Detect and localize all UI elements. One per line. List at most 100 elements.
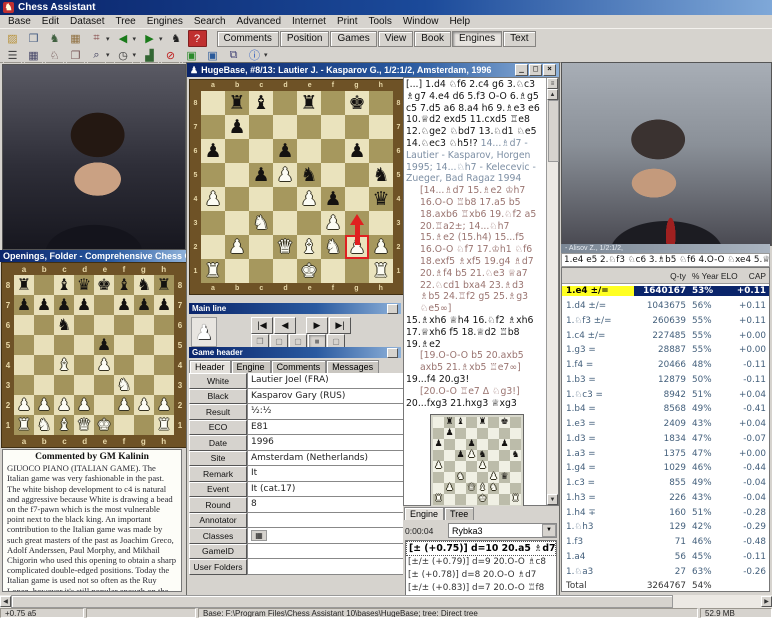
square-d4[interactable] xyxy=(466,461,477,472)
square-a4[interactable]: ♟ xyxy=(201,187,225,211)
square-e8[interactable]: ♜ xyxy=(477,417,488,428)
square-g8[interactable]: ♞ xyxy=(134,275,154,295)
square-a5[interactable] xyxy=(14,335,34,355)
stats-row[interactable]: 1.a45645%-0.11 xyxy=(562,550,769,565)
next-move-button[interactable]: ▶ xyxy=(306,317,328,334)
search-icon[interactable]: ⌕ xyxy=(87,47,106,64)
square-h3[interactable] xyxy=(510,472,521,483)
menu-advanced[interactable]: Advanced xyxy=(232,16,286,27)
square-f1[interactable] xyxy=(488,494,499,505)
square-h5[interactable]: ♞ xyxy=(510,450,521,461)
square-e1[interactable]: ♚ xyxy=(477,494,488,505)
stats-header[interactable]: CAP xyxy=(730,271,769,281)
stats-row[interactable]: 1.♘f3 ±/=26063955%+0.11 xyxy=(562,314,769,329)
square-g4[interactable] xyxy=(499,461,510,472)
square-g2[interactable] xyxy=(499,483,510,494)
notation-segment-main[interactable]: 19...f4 20.g3! xyxy=(406,374,469,385)
square-f4[interactable] xyxy=(114,355,134,375)
square-c5[interactable]: ♟ xyxy=(249,163,273,187)
square-e1[interactable]: ♚ xyxy=(94,415,114,435)
square-e4[interactable]: ♟ xyxy=(297,187,321,211)
square-b4[interactable] xyxy=(444,461,455,472)
dataset-icon[interactable]: ♞ xyxy=(45,30,64,47)
square-f5[interactable] xyxy=(488,450,499,461)
square-g1[interactable] xyxy=(134,415,154,435)
square-f5[interactable] xyxy=(321,163,345,187)
stats-row[interactable]: Total326476754% xyxy=(562,579,769,592)
info-globe-icon[interactable]: ⓘ xyxy=(245,47,264,64)
horizontal-scrollbar[interactable]: ◀ ▶ xyxy=(0,595,772,608)
field-label[interactable]: Round xyxy=(189,497,247,513)
square-c5[interactable]: ♟ xyxy=(455,450,466,461)
menu-window[interactable]: Window xyxy=(398,16,444,27)
square-c3[interactable]: ♞ xyxy=(249,211,273,235)
square-f6[interactable] xyxy=(114,315,134,335)
square-f2[interactable]: ♟ xyxy=(114,395,134,415)
minimize-button[interactable]: _ xyxy=(515,64,528,76)
engine-line[interactable]: [± (+0.78)] d=8 20.O-O ♗d7 xyxy=(406,569,556,582)
stats-row[interactable]: 1.b4 =856849%-0.41 xyxy=(562,402,769,417)
square-d3[interactable] xyxy=(466,472,477,483)
square-e3[interactable] xyxy=(477,472,488,483)
stats-header[interactable]: Q-ty xyxy=(634,271,690,281)
notation-segment-main[interactable]: 15.♗xh6 ♕h4 16.♘f2 ♗xh6 17.♕xh6 f5 18.♕d… xyxy=(406,315,533,350)
first-move-button[interactable]: |◀ xyxy=(251,317,273,334)
square-c4[interactable] xyxy=(455,461,466,472)
annotate-button-3[interactable]: ▢ xyxy=(327,334,345,348)
next-game-icon[interactable]: ▶ xyxy=(140,30,159,47)
square-h8[interactable] xyxy=(369,91,393,115)
stats-row[interactable]: 1.c3 =85549%-0.04 xyxy=(562,476,769,491)
mainline-pin-button[interactable] xyxy=(387,304,398,314)
square-b2[interactable]: ♟ xyxy=(34,395,54,415)
square-d5[interactable]: ♟ xyxy=(273,163,297,187)
square-h2[interactable]: ♟ xyxy=(369,235,393,259)
square-d6[interactable]: ♟ xyxy=(273,139,297,163)
stop-icon[interactable]: ⊘ xyxy=(161,47,180,64)
menu-tools[interactable]: Tools xyxy=(364,16,397,27)
square-d7[interactable] xyxy=(273,115,297,139)
square-b6[interactable] xyxy=(225,139,249,163)
notation-segment-var[interactable]: [14...♗d7 15.♗e2 ♔h7 16.O-O ♖b8 17.a5 b5… xyxy=(420,185,546,315)
next-game-icon-dropdown[interactable]: ▾ xyxy=(159,35,163,43)
stats-row[interactable]: 1.♘c3 =894251%+0.04 xyxy=(562,387,769,402)
square-a1[interactable]: ♜ xyxy=(433,494,444,505)
stats-row[interactable]: 1.e3 =240943%+0.04 xyxy=(562,417,769,432)
square-c8[interactable]: ♝ xyxy=(54,275,74,295)
info-globe-icon-dropdown[interactable]: ▾ xyxy=(264,51,268,59)
field-label[interactable]: Date xyxy=(189,435,247,451)
field-label[interactable]: Classes xyxy=(189,528,247,544)
square-d5[interactable] xyxy=(74,335,94,355)
list-icon[interactable]: ☰ xyxy=(3,47,22,64)
stats-row[interactable]: 1.e4 ±/=164016753%+0.11 xyxy=(562,284,769,299)
square-g7[interactable]: ♟ xyxy=(134,295,154,315)
square-b3[interactable] xyxy=(225,211,249,235)
right-moves-line[interactable]: 1.e4 e5 2.♘f3 ♘c6 3.♗b5 ♘f6 4.O-O ♘xe4 5… xyxy=(561,253,770,267)
square-e6[interactable] xyxy=(94,315,114,335)
square-g7[interactable] xyxy=(499,428,510,439)
square-h1[interactable]: ♜ xyxy=(510,494,521,505)
square-g6[interactable]: ♟ xyxy=(499,439,510,450)
square-h3[interactable] xyxy=(369,211,393,235)
engine-line[interactable]: [±/± (+0.83)] d=7 20.O-O ♖f8 xyxy=(406,582,556,595)
game-window-title-bar[interactable]: ♟ HugeBase, #8/13: Lautier J. - Kasparov… xyxy=(187,63,559,77)
square-e5[interactable]: ♞ xyxy=(297,163,321,187)
square-f7[interactable]: ♟ xyxy=(114,295,134,315)
square-f4[interactable]: ♟ xyxy=(321,187,345,211)
network-icon[interactable]: ⧉ xyxy=(224,47,243,64)
square-g7[interactable] xyxy=(345,115,369,139)
openings-panel-title[interactable]: Openings, Folder - Comprehensive Chess O… xyxy=(0,250,186,262)
notation-scrollbar[interactable]: ≡ ▲ ▼ xyxy=(546,78,558,505)
stats-row[interactable]: 1.a3 =137547%+0.00 xyxy=(562,446,769,461)
square-h6[interactable] xyxy=(154,315,174,335)
table-icon[interactable]: ▦ xyxy=(66,30,85,47)
square-c8[interactable]: ♝ xyxy=(455,417,466,428)
engine-select[interactable]: Rybka3 ▼ xyxy=(448,523,557,538)
notation-split-button[interactable]: ≡ xyxy=(547,78,558,89)
square-a8[interactable] xyxy=(433,417,444,428)
square-a3[interactable] xyxy=(201,211,225,235)
scroll-down-icon[interactable]: ▼ xyxy=(547,494,558,505)
mainline-title-bar[interactable]: Main line xyxy=(189,303,401,314)
square-b7[interactable]: ♟ xyxy=(444,428,455,439)
square-a2[interactable] xyxy=(201,235,225,259)
close-button[interactable]: × xyxy=(543,64,556,76)
